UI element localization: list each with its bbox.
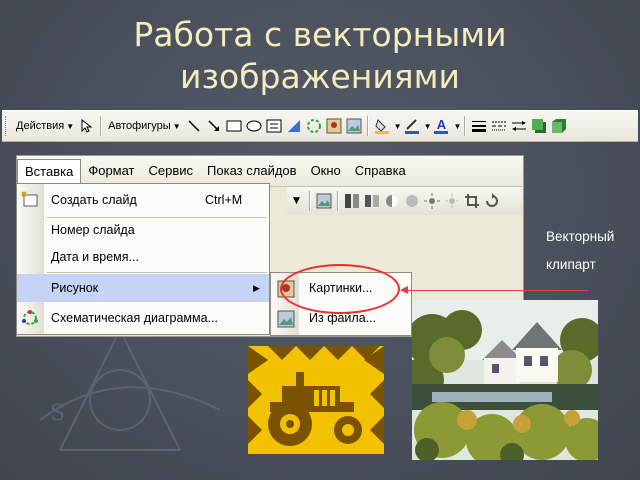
menu-help[interactable]: Справка xyxy=(348,159,413,183)
drawing-toolbar: Действия ▼ Автофигуры ▼ ▼ ▼ A ▼ xyxy=(2,110,638,142)
crop-tool-icon[interactable] xyxy=(464,193,480,209)
toolbar-separator xyxy=(308,191,311,211)
toolbar-separator xyxy=(464,116,467,136)
toolbar-separator xyxy=(366,116,369,136)
house-landscape-clipart xyxy=(400,300,609,467)
more-brightness-icon[interactable] xyxy=(423,193,440,209)
diagram-label: Схематическая диаграмма... xyxy=(51,311,218,325)
new-slide-shortcut: Ctrl+M xyxy=(205,193,243,207)
wordart-icon[interactable] xyxy=(286,118,302,134)
pointer-line xyxy=(404,290,588,291)
note-line-1: Векторный xyxy=(546,229,615,244)
new-slide-icon xyxy=(21,191,39,209)
more-contrast-icon[interactable] xyxy=(384,193,400,209)
line-color-icon[interactable] xyxy=(404,118,420,134)
menu-window[interactable]: Окно xyxy=(304,159,348,183)
toolbar-separator xyxy=(336,191,339,211)
line-style-icon[interactable] xyxy=(471,118,487,134)
new-slide-label: Создать слайд xyxy=(51,193,137,207)
color-grayscale-icon[interactable] xyxy=(344,193,360,209)
chevron-down-icon[interactable]: ▼ xyxy=(293,196,300,206)
textbox-icon[interactable] xyxy=(266,118,282,134)
toolbar-grip[interactable] xyxy=(5,116,9,136)
picture-label: Рисунок xyxy=(51,281,99,295)
picture-icon xyxy=(277,310,295,328)
menu-item-picture[interactable]: Рисунок ▶ xyxy=(17,274,269,302)
highlight-circle xyxy=(280,264,400,314)
pointer-arrowhead xyxy=(400,286,408,294)
chevron-down-icon: ▼ xyxy=(66,121,75,131)
shadow-icon[interactable] xyxy=(531,118,547,134)
menu-item-new-slide[interactable]: Создать слайд Ctrl+M xyxy=(17,186,269,214)
svg-text:S: S xyxy=(50,401,65,426)
rotate-icon[interactable] xyxy=(484,193,500,209)
crop-icon[interactable] xyxy=(364,193,380,209)
menu-format[interactable]: Формат xyxy=(81,159,141,183)
menu-item-date-time[interactable]: Дата и время... xyxy=(17,243,269,271)
submenu-arrow-icon: ▶ xyxy=(253,282,260,293)
fill-color-icon[interactable] xyxy=(374,118,390,134)
picture-icon[interactable] xyxy=(346,118,362,134)
menu-separator xyxy=(47,272,267,273)
chevron-down-icon[interactable]: ▼ xyxy=(424,122,432,131)
pointer-icon[interactable] xyxy=(79,118,95,134)
diagram-icon xyxy=(21,309,39,327)
chevron-down-icon[interactable]: ▼ xyxy=(453,122,461,131)
menu-insert[interactable]: Вставка xyxy=(17,158,82,184)
autoshapes-label: Автофигуры xyxy=(108,120,171,132)
date-time-label: Дата и время... xyxy=(51,250,139,264)
3d-icon[interactable] xyxy=(551,118,567,134)
slide-number-label: Номер слайда xyxy=(51,223,135,237)
insert-menu-dropdown: Создать слайд Ctrl+M Номер слайда Дата и… xyxy=(16,183,270,335)
line-icon[interactable] xyxy=(186,118,202,134)
oval-icon[interactable] xyxy=(246,118,262,134)
arrow-style-icon[interactable] xyxy=(511,118,527,134)
diagram-icon[interactable] xyxy=(306,118,322,134)
arrow-icon[interactable] xyxy=(206,118,222,134)
title-line-1: Работа с векторными xyxy=(133,15,507,54)
chevron-down-icon: ▼ xyxy=(172,121,181,131)
standard-toolbar: ▼ xyxy=(287,187,523,215)
tractor-clipart xyxy=(248,346,384,454)
menu-service[interactable]: Сервис xyxy=(142,159,201,183)
less-contrast-icon[interactable] xyxy=(404,193,420,209)
menu-item-diagram[interactable]: Схематическая диаграмма... xyxy=(17,304,269,332)
autoshapes-button[interactable]: Автофигуры ▼ xyxy=(105,115,184,137)
font-color-icon[interactable]: A xyxy=(433,118,449,134)
slide-title: Работа с векторными изображениями xyxy=(0,14,640,98)
clipart-icon[interactable] xyxy=(326,118,342,134)
picture-icon[interactable] xyxy=(316,193,332,209)
title-line-2: изображениями xyxy=(180,57,460,96)
menu-slideshow[interactable]: Показ слайдов xyxy=(200,159,304,183)
actions-label: Действия xyxy=(16,120,65,132)
font-color-letter: A xyxy=(436,116,447,132)
actions-button[interactable]: Действия ▼ xyxy=(13,115,77,137)
toolbar-separator xyxy=(100,116,103,136)
dash-style-icon[interactable] xyxy=(491,118,507,134)
chevron-down-icon[interactable]: ▼ xyxy=(394,122,402,131)
note-line-2: клипарт xyxy=(546,257,596,272)
menu-item-slide-number[interactable]: Номер слайда xyxy=(17,216,269,244)
rectangle-icon[interactable] xyxy=(226,118,242,134)
less-brightness-icon[interactable] xyxy=(444,193,460,209)
